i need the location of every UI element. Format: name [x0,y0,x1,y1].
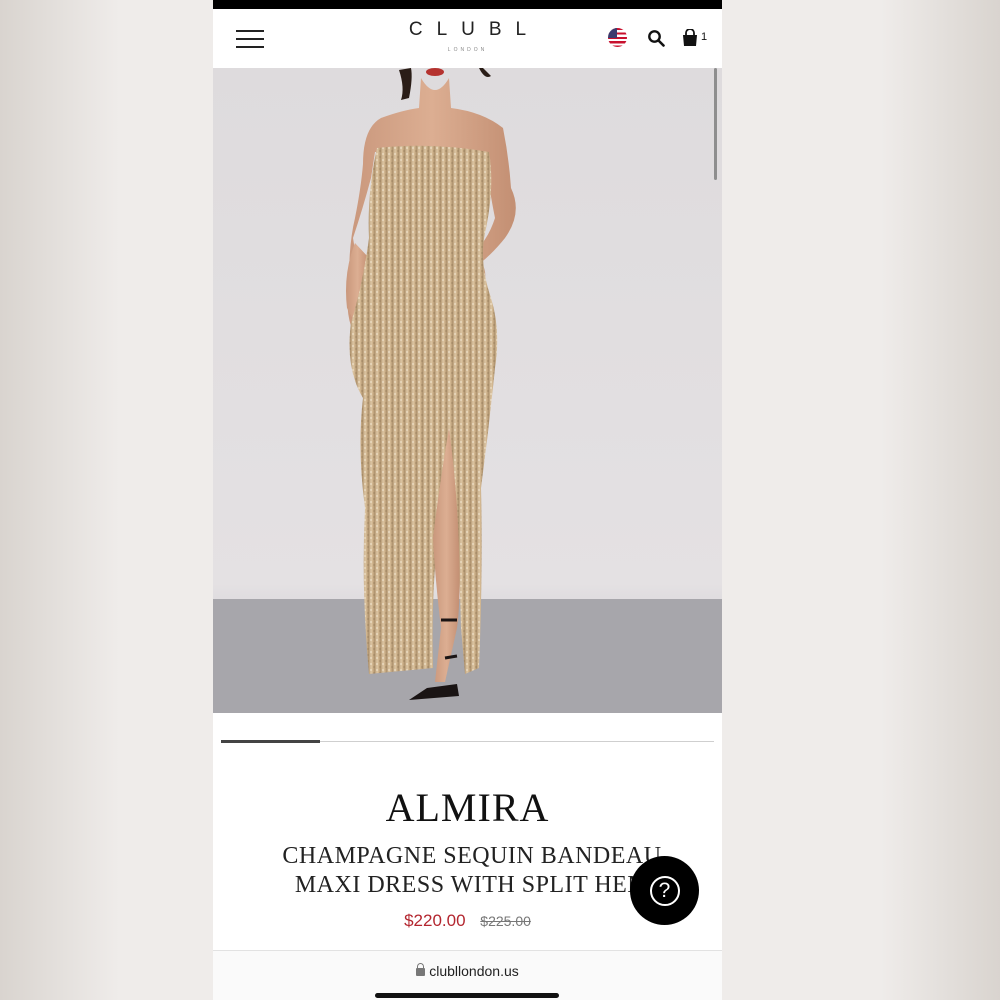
status-bar [213,0,722,9]
cart-count: 1 [701,31,708,43]
lock-icon [416,963,426,976]
model-illustration [346,68,516,700]
carousel-progress [221,740,320,743]
url-text: clubllondon.us [429,963,519,979]
us-flag-icon[interactable] [608,28,627,47]
site-logo-subtitle: LONDON [447,47,488,53]
bag-icon[interactable] [682,29,698,47]
address-url[interactable]: clubllondon.us [213,963,722,979]
help-button[interactable]: ? [630,856,699,925]
phone-screen: CLUBL LONDON 1 ALMIRA CHAMPAGNE SEQUIN B… [213,0,722,1000]
page-scrollbar[interactable] [714,68,717,180]
search-icon[interactable] [647,29,665,47]
question-icon: ? [649,875,680,906]
product-image[interactable] [213,68,722,713]
price-original: $225.00 [480,913,531,929]
site-header: CLUBL LONDON 1 [213,9,722,69]
site-logo[interactable]: CLUBL [213,19,722,41]
home-indicator[interactable] [375,993,559,998]
product-description-line1: CHAMPAGNE SEQUIN BANDEAU [282,843,662,869]
price-current: $220.00 [404,911,466,930]
product-name: ALMIRA [385,785,550,830]
